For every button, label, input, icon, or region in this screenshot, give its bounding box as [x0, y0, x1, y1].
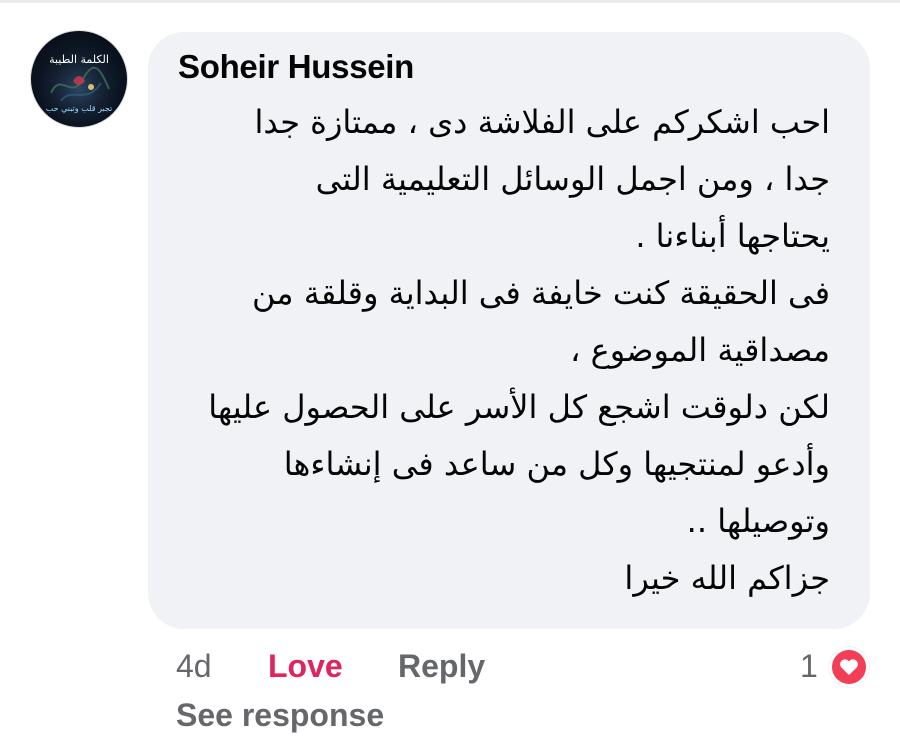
comment-line: مصداقية الموضوع ،: [570, 331, 830, 369]
comment-line: لكن دلوقت اشجع كل الأسر على الحصول عليها: [208, 388, 830, 426]
love-reaction-button[interactable]: Love: [268, 640, 343, 692]
love-reaction-icon[interactable]: [829, 647, 869, 687]
comment-line: يحتاجها أبناءنا .: [635, 217, 830, 255]
comment-author-name[interactable]: Soheir Hussein: [178, 48, 414, 86]
see-response-link[interactable]: See response: [176, 692, 384, 738]
avatar-title-text: الكلمة الطيبة: [49, 53, 109, 66]
top-divider: [0, 0, 900, 3]
avatar-subtitle-text: تجبر قلب وتبني حب: [46, 104, 113, 113]
avatar-logo-icon: الكلمة الطيبة تجبر قلب وتبني حب: [31, 31, 127, 127]
comment-line: فى الحقيقة كنت خايفة فى البداية وقلقة من: [252, 274, 830, 312]
heart-icon: [840, 659, 858, 675]
comment-line: وأدعو لمنتجيها وكل من ساعد فى إنشاءها: [283, 445, 830, 483]
reaction-count[interactable]: 1: [800, 640, 818, 692]
reply-button[interactable]: Reply: [398, 640, 485, 692]
profile-avatar[interactable]: الكلمة الطيبة تجبر قلب وتبني حب: [30, 30, 128, 128]
comment-line: جدا ، ومن اجمل الوسائل التعليمية التى: [315, 160, 830, 198]
comment-line: احب اشكركم على الفلاشة دى ، ممتازة جدا: [254, 103, 830, 141]
comment-text: احب اشكركم على الفلاشة دى ، ممتازة جدا ج…: [160, 94, 830, 607]
comment-line: وتوصيلها ..: [686, 502, 830, 540]
comment-actions-bar: 4d Love Reply 1: [0, 640, 900, 692]
comment-line: جزاكم الله خيرا: [624, 559, 830, 597]
comment-timestamp[interactable]: 4d: [176, 640, 212, 692]
